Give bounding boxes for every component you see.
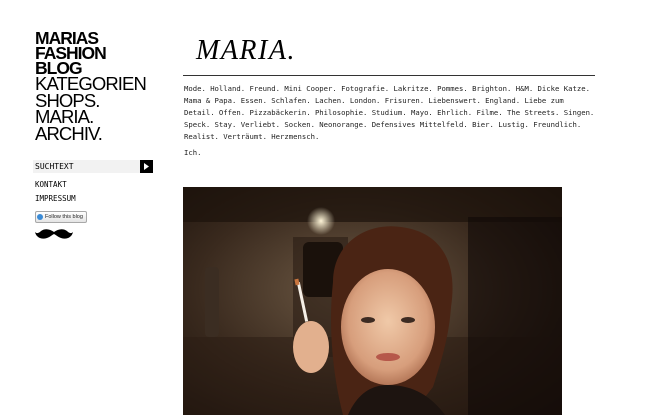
nav-archiv[interactable]: ARCHIV.: [35, 124, 155, 143]
arrow-right-icon: [144, 163, 149, 170]
nav-kontakt[interactable]: KONTAKT: [35, 178, 76, 192]
blog-title[interactable]: MARIAS FASHION BLOG: [35, 29, 155, 77]
follow-icon: [37, 214, 43, 220]
page-title: MARIA.: [196, 35, 296, 66]
portrait-photo: [183, 187, 562, 415]
secondary-nav: KONTAKT IMPRESSUM: [35, 178, 76, 206]
about-text: Mode. Holland. Freund. Mini Cooper. Foto…: [184, 84, 595, 141]
follow-blog-button[interactable]: Follow this blog: [35, 211, 87, 223]
follow-label: Follow this blog: [45, 214, 83, 220]
search-input[interactable]: [33, 160, 140, 173]
portrait-image: [183, 187, 562, 415]
nav-impressum[interactable]: IMPRESSUM: [35, 192, 76, 206]
mustache-icon: [35, 229, 73, 239]
search-form: [33, 160, 153, 173]
signoff-text: Ich.: [184, 148, 202, 157]
sidebar-brand: MARIAS FASHION BLOG KATEGORIEN SHOPS. MA…: [35, 29, 155, 143]
title-divider: [183, 75, 595, 76]
search-button[interactable]: [140, 160, 153, 173]
main-nav: KATEGORIEN SHOPS. MARIA. ARCHIV.: [35, 75, 155, 143]
